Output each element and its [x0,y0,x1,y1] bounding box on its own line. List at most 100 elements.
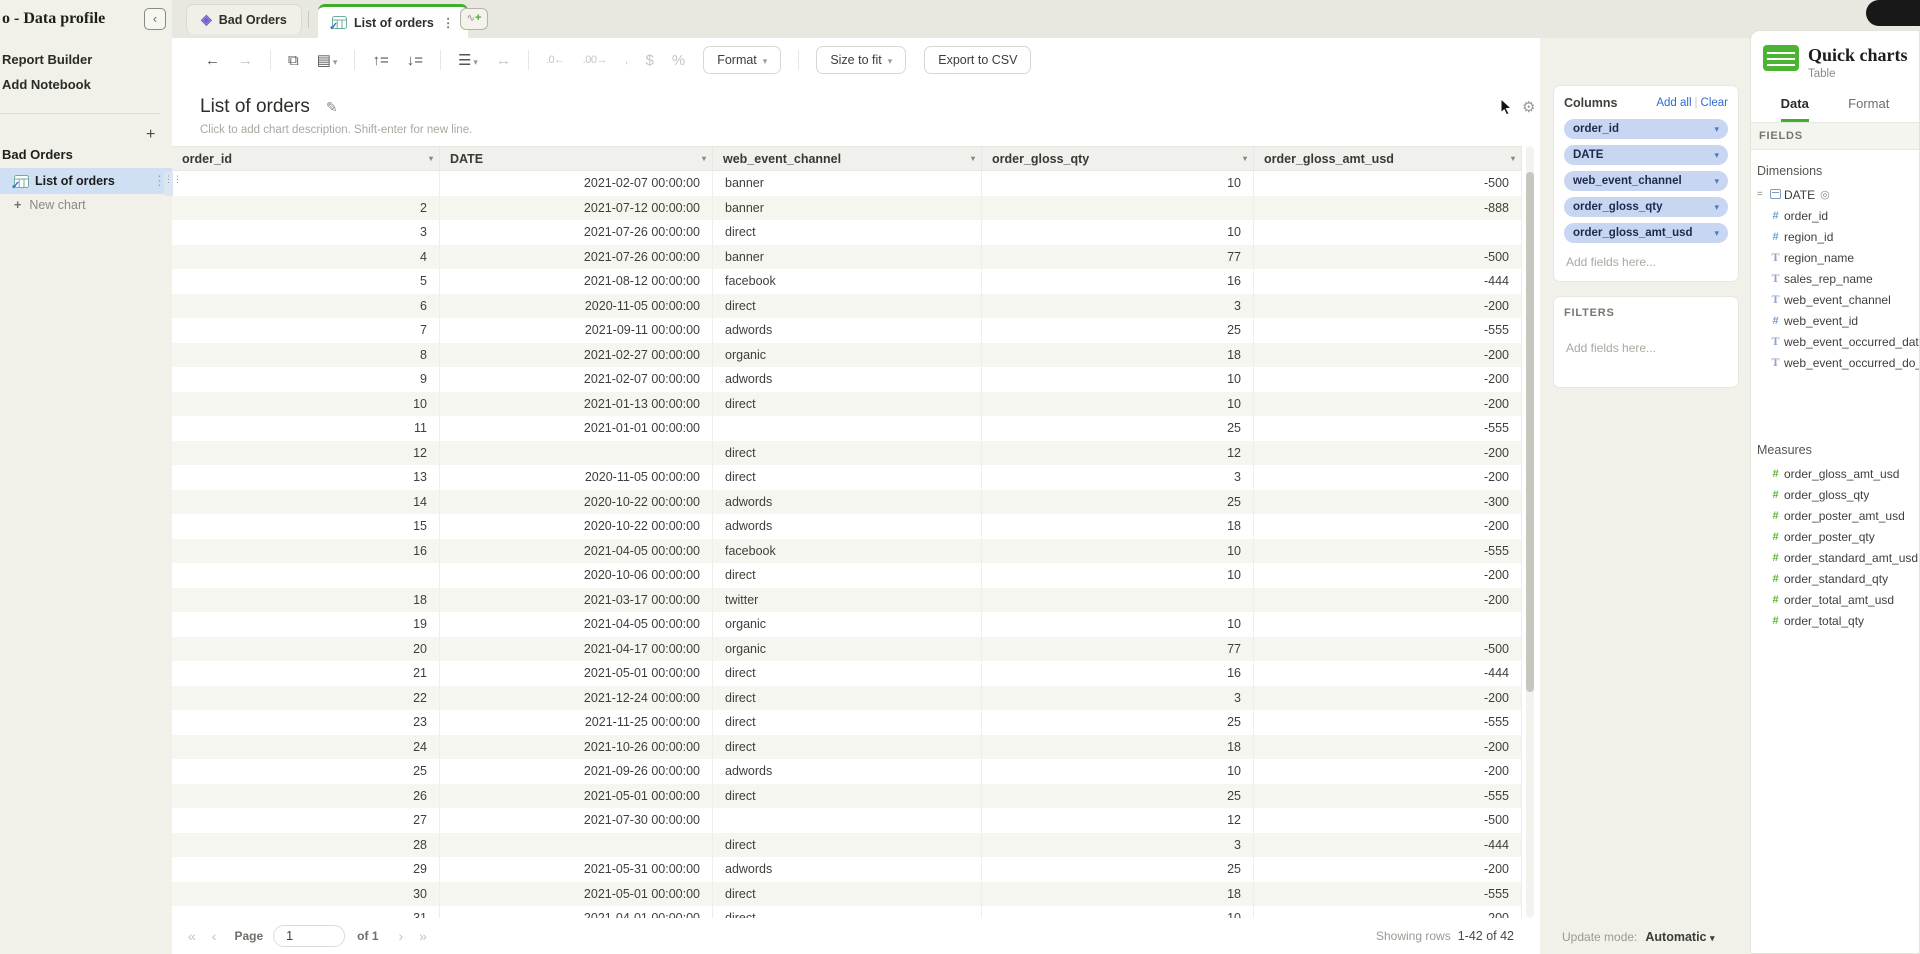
gear-icon[interactable]: ⚙ [1522,98,1535,116]
sidebar-item-new-chart[interactable]: +New chart [14,198,86,212]
columns-add-fields-placeholder[interactable]: Add fields here... [1564,249,1728,271]
dimension-web_event_id[interactable]: #web_event_id [1751,310,1919,331]
column-sort-caret-icon[interactable]: ▾ [702,154,706,163]
increase-decimal-icon[interactable]: .00→ [583,54,607,66]
add-all-link[interactable]: Add all [1656,97,1691,109]
table-row[interactable]: 152020-10-22 00:00:00adwords18-200 [172,514,1522,539]
column-sort-caret-icon[interactable]: ▾ [429,154,433,163]
table-row[interactable]: 22021-07-12 00:00:00banner-888 [172,196,1522,221]
row-drag-handle[interactable]: ⋮⋮ [164,172,173,196]
table-row[interactable]: 32021-07-26 00:00:00direct10 [172,220,1522,245]
table-row[interactable]: 28direct3-444 [172,833,1522,858]
column-sort-caret-icon[interactable]: ▾ [971,154,975,163]
measure-order_standard_qty[interactable]: #order_standard_qty [1751,568,1919,589]
measure-order_gloss_amt_usd[interactable]: #order_gloss_amt_usd [1751,463,1919,484]
column-header-order_id[interactable]: order_id▾ [172,147,440,170]
undo-icon[interactable]: ← [205,52,220,69]
table-row[interactable]: 272021-07-30 00:00:0012-500 [172,808,1522,833]
table-row[interactable]: 112021-01-01 00:00:0025-555 [172,416,1522,441]
scrollbar-thumb[interactable] [1526,172,1534,692]
comma-format-icon[interactable]: , [625,54,628,66]
table-row[interactable]: 92021-02-07 00:00:00adwords10-200 [172,367,1522,392]
percent-format-icon[interactable]: % [672,52,685,69]
measure-order_poster_qty[interactable]: #order_poster_qty [1751,526,1919,547]
table-row[interactable]: 142020-10-22 00:00:00adwords25-300 [172,490,1522,515]
column-header-order_gloss_qty[interactable]: order_gloss_qty▾ [982,147,1254,170]
chevron-down-icon[interactable]: ▾ [1714,228,1719,239]
table-row[interactable]: 2020-10-06 00:00:00direct10-200 [172,563,1522,588]
column-sort-caret-icon[interactable]: ▾ [1243,154,1247,163]
field-pill-DATE[interactable]: DATE▾ [1564,145,1728,165]
field-pill-order_id[interactable]: order_id▾ [1564,119,1728,139]
page-number-input[interactable] [273,925,345,947]
sort-descending-icon[interactable]: ↓= [407,52,423,69]
table-row[interactable]: 242021-10-26 00:00:00direct18-200 [172,735,1522,760]
table-row[interactable]: 202021-04-17 00:00:00organic77-500 [172,637,1522,662]
chevron-down-icon[interactable]: ▾ [1714,150,1719,161]
table-row[interactable]: 162021-04-05 00:00:00facebook10-555 [172,539,1522,564]
dimension-web_event_occurred_do_w_n[interactable]: Tweb_event_occurred_do_w_n [1751,352,1919,373]
dimension-region_id[interactable]: #region_id [1751,226,1919,247]
table-row[interactable]: 72021-09-11 00:00:00adwords25-555 [172,318,1522,343]
sort-ascending-icon[interactable]: ↑= [372,52,388,69]
table-row[interactable]: 52021-08-12 00:00:00facebook16-444 [172,269,1522,294]
tab-format[interactable]: Format [1848,96,1889,122]
dimension-DATE[interactable]: =DATE◎ [1751,184,1919,205]
next-page-icon[interactable]: › [399,928,404,944]
column-sort-caret-icon[interactable]: ▾ [1511,154,1515,163]
table-row[interactable]: 12direct12-200 [172,441,1522,466]
chevron-down-icon[interactable]: ▾ [1714,202,1719,213]
table-row[interactable]: 62020-11-05 00:00:00direct3-200 [172,294,1522,319]
table-row[interactable]: 232021-11-25 00:00:00direct25-555 [172,710,1522,735]
table-row[interactable]: 252021-09-26 00:00:00adwords10-200 [172,759,1522,784]
text-wrap-icon[interactable]: ↔ [496,52,511,69]
clear-link[interactable]: Clear [1701,97,1728,109]
sidebar-report-name[interactable]: Bad Orders [2,147,73,162]
chevron-down-icon[interactable]: ▾ [1714,176,1719,187]
table-row[interactable]: 102021-01-13 00:00:00direct10-200 [172,392,1522,417]
dimension-sales_rep_name[interactable]: Tsales_rep_name [1751,268,1919,289]
field-pill-web_event_channel[interactable]: web_event_channel▾ [1564,171,1728,191]
table-row[interactable]: 182021-03-17 00:00:00twitter-200 [172,588,1522,613]
chart-type-icon[interactable]: ▤▾ [317,51,338,69]
size-to-fit-button[interactable]: Size to fit▾ [816,46,906,74]
collapse-toggle-icon[interactable]: = [1757,189,1767,200]
chart-description-placeholder[interactable]: Click to add chart description. Shift-en… [200,124,472,136]
column-header-order_gloss_amt_usd[interactable]: order_gloss_amt_usd▾ [1254,147,1522,170]
format-button[interactable]: Format▾ [703,46,781,74]
sidebar-collapse-button[interactable]: ‹ [144,8,166,30]
table-row[interactable]: 292021-05-31 00:00:00adwords25-200 [172,857,1522,882]
table-row[interactable]: 222021-12-24 00:00:00direct3-200 [172,686,1522,711]
add-notebook-link[interactable]: Add Notebook [2,77,91,92]
export-csv-button[interactable]: Export to CSV [924,46,1031,74]
redo-icon[interactable]: → [238,52,253,69]
dimension-region_name[interactable]: Tregion_name [1751,247,1919,268]
edit-pencil-icon[interactable]: ✎ [326,99,338,116]
decrease-decimal-icon[interactable]: .0← [546,54,565,66]
field-pill-order_gloss_amt_usd[interactable]: order_gloss_amt_usd▾ [1564,223,1728,243]
dimension-web_event_occurred_date[interactable]: Tweb_event_occurred_date [1751,331,1919,352]
chart-title[interactable]: List of orders [200,96,310,118]
table-row[interactable]: 2021-02-07 00:00:00banner10-500 [172,171,1522,196]
sidebar-item-list-of-orders[interactable]: ✓ List of orders ⋮ [0,168,172,194]
filters-add-fields-placeholder[interactable]: Add fields here... [1564,335,1728,357]
update-mode-dropdown[interactable]: Automatic ▾ [1645,930,1714,944]
table-row[interactable]: 82021-02-27 00:00:00organic18-200 [172,343,1522,368]
currency-format-icon[interactable]: $ [646,52,654,69]
first-page-icon[interactable]: « [188,928,196,944]
pivot-table-icon[interactable]: ⧉ [288,52,299,69]
measure-order_total_amt_usd[interactable]: #order_total_amt_usd [1751,589,1919,610]
dimension-order_id[interactable]: #order_id [1751,205,1919,226]
table-scrollbar[interactable] [1526,146,1534,918]
tab-list-of-orders[interactable]: ✓ List of orders ⋮ [318,4,468,38]
column-header-DATE[interactable]: DATE▾ [440,147,713,170]
table-row[interactable]: 42021-07-26 00:00:00banner77-500 [172,245,1522,270]
previous-page-icon[interactable]: ‹ [212,928,217,944]
table-row[interactable]: 302021-05-01 00:00:00direct18-555 [172,882,1522,907]
column-header-web_event_channel[interactable]: web_event_channel▾ [713,147,982,170]
table-row[interactable]: 192021-04-05 00:00:00organic10 [172,612,1522,637]
chevron-down-icon[interactable]: ▾ [1714,124,1719,135]
table-row[interactable]: 212021-05-01 00:00:00direct16-444 [172,661,1522,686]
measure-order_poster_amt_usd[interactable]: #order_poster_amt_usd [1751,505,1919,526]
table-row[interactable]: 262021-05-01 00:00:00direct25-555 [172,784,1522,809]
